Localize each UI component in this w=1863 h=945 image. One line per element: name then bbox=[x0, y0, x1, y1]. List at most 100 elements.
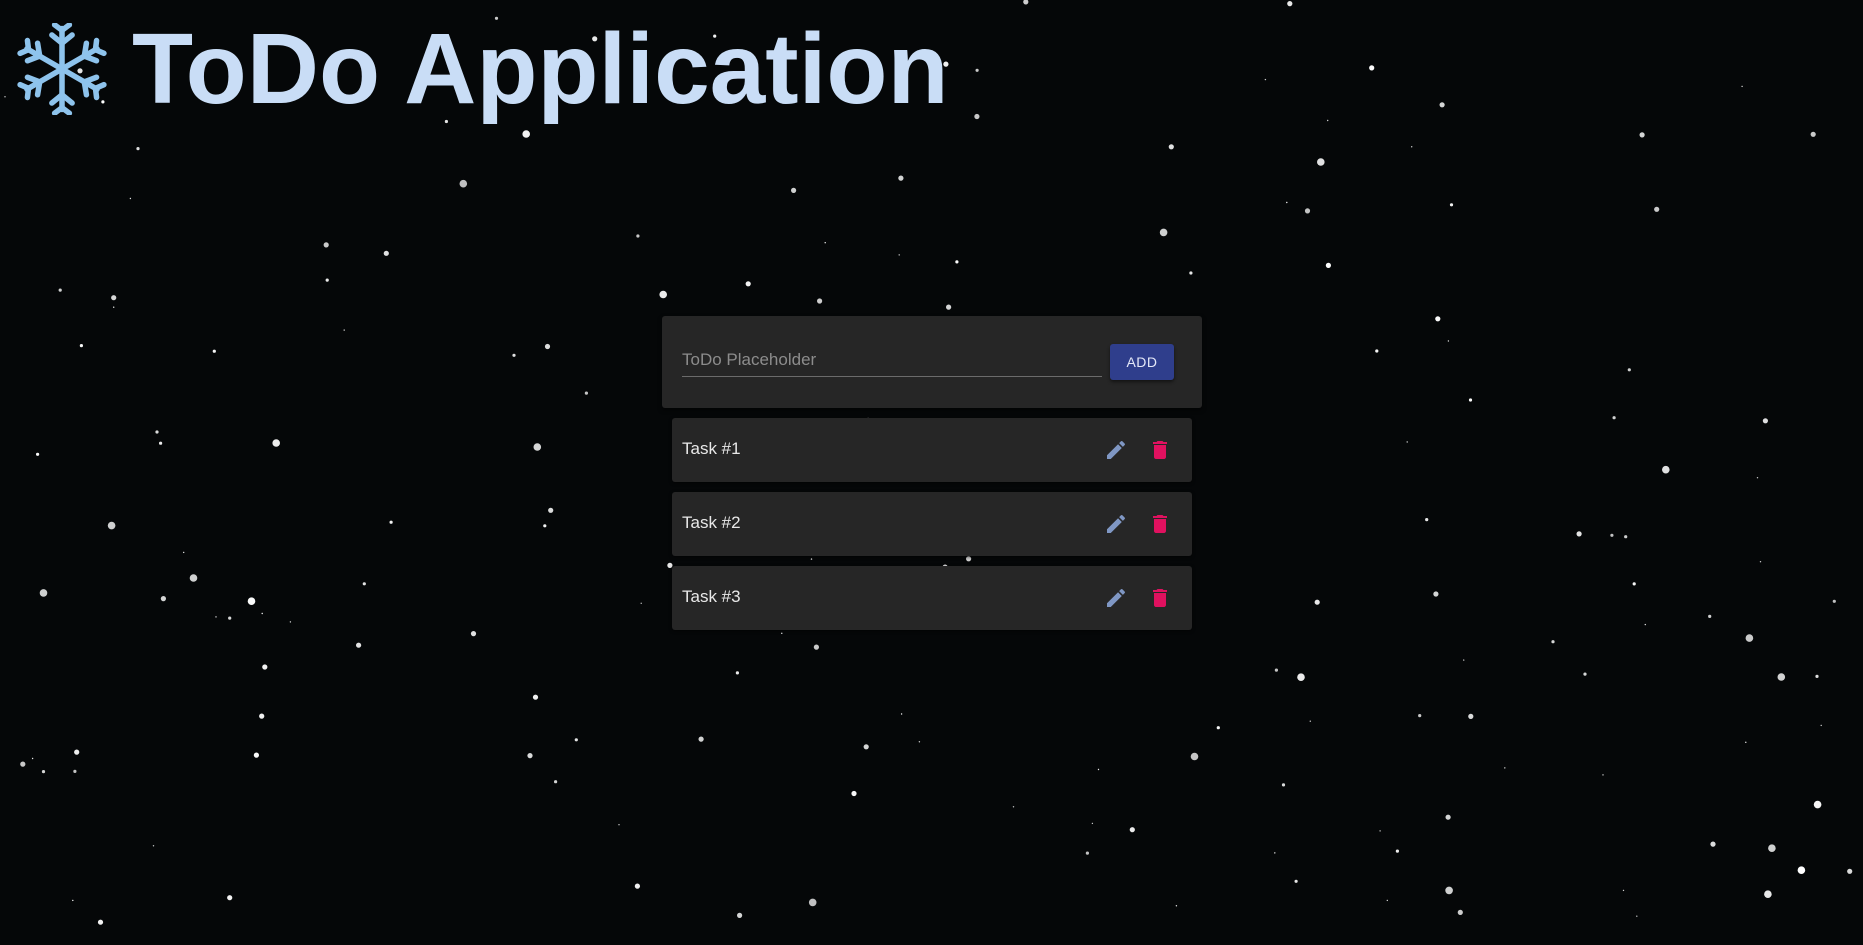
snowflake-particle bbox=[72, 899, 74, 902]
snowflake-particle bbox=[1445, 814, 1451, 820]
snowflake-particle bbox=[1662, 465, 1670, 474]
snowflake-particle bbox=[527, 753, 533, 759]
snowflake-particle bbox=[946, 304, 952, 310]
snowflake-particle bbox=[459, 179, 468, 188]
snowflake-particle bbox=[325, 278, 329, 282]
snowflake-particle bbox=[1602, 774, 1604, 776]
snowflake-particle bbox=[863, 744, 869, 750]
snowflake-particle bbox=[522, 130, 530, 138]
task-label: Task #1 bbox=[682, 439, 741, 458]
snowflake-particle bbox=[1433, 591, 1439, 597]
snowflake-particle bbox=[1395, 849, 1399, 853]
snowflake-particle bbox=[1624, 535, 1628, 539]
delete-task-button[interactable] bbox=[1148, 438, 1172, 462]
pencil-icon bbox=[1107, 514, 1126, 533]
delete-task-button[interactable] bbox=[1148, 586, 1172, 610]
snowflake-particle bbox=[1012, 806, 1015, 808]
task-item: Task #3 bbox=[672, 566, 1192, 630]
snowflake-particle bbox=[1418, 714, 1422, 718]
trash-icon bbox=[1153, 441, 1167, 459]
snowflake-particle bbox=[1797, 866, 1806, 874]
snowflake-particle bbox=[955, 260, 959, 264]
snowflake-particle bbox=[1764, 890, 1772, 898]
add-button[interactable]: ADD bbox=[1110, 344, 1174, 380]
snowflake-particle bbox=[470, 631, 477, 637]
snowflake-particle bbox=[253, 752, 259, 758]
app-header: ToDo Application bbox=[16, 14, 949, 124]
snowflake-particle bbox=[1406, 441, 1408, 443]
snowflake-particle bbox=[975, 68, 979, 72]
snowflake-particle bbox=[227, 895, 233, 901]
todo-form: ADD bbox=[662, 316, 1202, 408]
snowflake-particle bbox=[1411, 146, 1413, 148]
snowflake-particle bbox=[1639, 132, 1645, 138]
snowflake-particle bbox=[183, 551, 185, 554]
snowflake-particle bbox=[1610, 533, 1614, 537]
snowflake-particle bbox=[1023, 0, 1029, 5]
snowflake-particle bbox=[152, 845, 155, 847]
snowflake-particle bbox=[1741, 85, 1743, 88]
snowflake-particle bbox=[1820, 724, 1822, 727]
snowflake-particle bbox=[1463, 659, 1465, 661]
snowflake-particle bbox=[1317, 158, 1325, 166]
snowflake-particle bbox=[618, 824, 620, 826]
snowflake-particle bbox=[1190, 752, 1199, 761]
snowflake-particle bbox=[737, 912, 743, 919]
snowflake-particle bbox=[356, 642, 362, 648]
snowflake-particle bbox=[548, 507, 554, 513]
snowflake-particle bbox=[1369, 65, 1375, 71]
snowflake-particle bbox=[107, 521, 116, 530]
snowflake-particle bbox=[1612, 416, 1616, 420]
edit-task-button[interactable] bbox=[1104, 512, 1128, 536]
snowflake-particle bbox=[1379, 830, 1381, 832]
snowflake-particle bbox=[1314, 599, 1320, 605]
trash-icon bbox=[1153, 589, 1167, 607]
snowflake-particle bbox=[808, 898, 817, 907]
snowflake-particle bbox=[1449, 203, 1454, 207]
edit-task-button[interactable] bbox=[1104, 586, 1128, 610]
task-label: Task #3 bbox=[682, 587, 741, 606]
snowflake-particle bbox=[1309, 720, 1312, 722]
snowflake-particle bbox=[640, 602, 642, 604]
snowflake-particle bbox=[1768, 844, 1776, 852]
snowflake-particle bbox=[659, 290, 667, 299]
delete-task-button[interactable] bbox=[1148, 512, 1172, 536]
snowflake-particle bbox=[1762, 418, 1768, 424]
snowflake-particle bbox=[1327, 119, 1329, 122]
snowflake-particle bbox=[41, 770, 46, 774]
snowflake-particle bbox=[898, 175, 904, 181]
snowflake-particle bbox=[1576, 531, 1582, 537]
snowflake-particle bbox=[1636, 915, 1638, 917]
snowflake-particle bbox=[1627, 368, 1631, 372]
snowflake-particle bbox=[898, 254, 900, 256]
page-title: ToDo Application bbox=[132, 13, 949, 125]
snowflake-particle bbox=[543, 524, 547, 528]
snowflake-particle bbox=[1810, 131, 1816, 137]
edit-task-button[interactable] bbox=[1104, 438, 1128, 462]
snowflake-particle bbox=[113, 306, 115, 308]
snowflake-particle bbox=[1832, 599, 1836, 603]
snowflake-particle bbox=[1274, 852, 1276, 854]
snowflake-particle bbox=[1756, 477, 1759, 479]
snowflake-particle bbox=[1745, 634, 1754, 642]
snowflake-particle bbox=[129, 197, 132, 200]
snowflake-particle bbox=[160, 596, 166, 602]
snowflake-particle bbox=[39, 589, 48, 597]
snowflake-particle bbox=[4, 96, 6, 98]
snowflake-particle bbox=[1447, 340, 1450, 342]
snowflake-particle bbox=[745, 281, 751, 287]
snowflake-particle bbox=[36, 452, 40, 456]
todo-input[interactable] bbox=[682, 344, 1102, 377]
snowflake-particle bbox=[1457, 909, 1463, 916]
snowflake-particle bbox=[1813, 800, 1822, 809]
pencil-icon bbox=[1107, 440, 1126, 459]
snowflake-particle bbox=[155, 430, 159, 434]
snowflake-particle bbox=[1159, 228, 1168, 237]
snowflake-particle bbox=[1325, 262, 1331, 268]
snowflake-particle bbox=[532, 694, 539, 700]
snowflake-particle bbox=[824, 242, 826, 244]
snowflake-particle bbox=[1286, 201, 1288, 204]
snowflake-particle bbox=[1468, 713, 1474, 720]
snowflake-particle bbox=[634, 883, 641, 889]
task-label: Task #2 bbox=[682, 513, 741, 532]
